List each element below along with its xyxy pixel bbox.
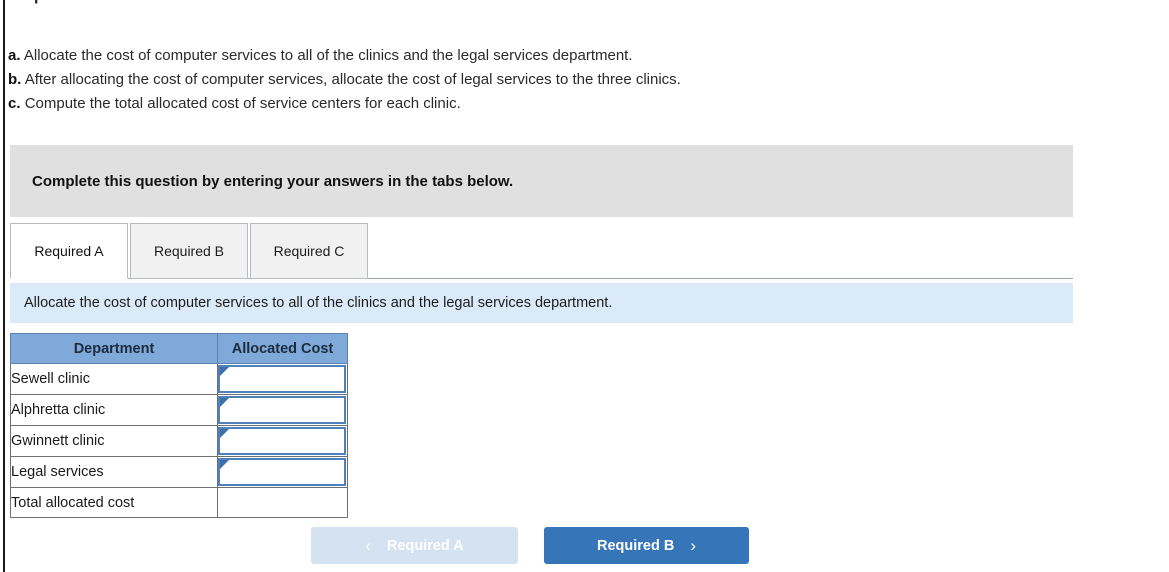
column-header-department: Department: [10, 333, 218, 364]
left-border-rule: [3, 0, 5, 572]
page-title: Required:: [8, 0, 84, 5]
cell-flag-icon: [220, 367, 229, 376]
list-item: a. Allocate the cost of computer service…: [8, 44, 1108, 68]
tab-label: Required C: [273, 243, 345, 259]
table-row: Gwinnett clinic: [10, 425, 348, 457]
row-label-alphretta-clinic: Alphretta clinic: [10, 394, 218, 426]
row-label-sewell-clinic: Sewell clinic: [10, 363, 218, 395]
table-body: Sewell clinic Alphretta clinic Gwinnett …: [10, 363, 348, 518]
cell-flag-icon: [220, 398, 229, 407]
allocation-table: Department Allocated Cost Sewell clinic …: [10, 333, 348, 518]
allocated-cost-input-legal-services[interactable]: [218, 458, 346, 486]
requirement-marker: a.: [8, 47, 21, 64]
cell-flag-icon: [220, 429, 229, 438]
cell-allocated-cost[interactable]: [217, 456, 348, 488]
list-item: b. After allocating the cost of computer…: [8, 68, 1108, 92]
tab-instruction-text: Allocate the cost of computer services t…: [24, 295, 613, 311]
cell-total-allocated-cost: [217, 487, 348, 518]
requirement-text: Compute the total allocated cost of serv…: [24, 95, 461, 112]
requirement-text: After allocating the cost of computer se…: [24, 71, 681, 88]
prev-required-a-button[interactable]: ‹ Required A: [311, 527, 518, 564]
requirements-list: a. Allocate the cost of computer service…: [8, 44, 1108, 116]
allocated-cost-input-alphretta-clinic[interactable]: [218, 396, 346, 424]
table-header-row: Department Allocated Cost: [10, 333, 348, 364]
allocated-cost-input-sewell-clinic[interactable]: [218, 365, 346, 393]
list-item: c. Compute the total allocated cost of s…: [8, 92, 1108, 116]
table-row: Legal services: [10, 456, 348, 488]
requirement-marker: b.: [8, 71, 22, 88]
prev-button-label: Required A: [386, 537, 464, 554]
instruction-banner-text: Complete this question by entering your …: [32, 172, 514, 190]
chevron-right-icon: ›: [690, 536, 696, 555]
row-label-gwinnett-clinic: Gwinnett clinic: [10, 425, 218, 457]
cell-allocated-cost[interactable]: [217, 425, 348, 457]
tab-bar: Required A Required B Required C: [10, 223, 1073, 279]
requirement-marker: c.: [8, 95, 21, 112]
cell-allocated-cost[interactable]: [217, 394, 348, 426]
next-button-label: Required B: [596, 537, 675, 554]
table-row-total: Total allocated cost: [10, 487, 348, 518]
instruction-banner: Complete this question by entering your …: [10, 145, 1073, 217]
allocated-cost-input-gwinnett-clinic[interactable]: [218, 427, 346, 455]
tab-label: Required A: [34, 243, 104, 259]
tab-required-a[interactable]: Required A: [10, 223, 128, 279]
cell-allocated-cost[interactable]: [217, 363, 348, 395]
navigation-buttons: ‹ Required A Required B ›: [311, 527, 749, 564]
exam-question-panel: Required: a. Allocate the cost of comput…: [0, 0, 1169, 572]
tab-instruction-banner: Allocate the cost of computer services t…: [10, 283, 1073, 323]
row-label-total-allocated-cost: Total allocated cost: [10, 487, 218, 518]
chevron-left-icon: ‹: [365, 536, 371, 555]
table-row: Alphretta clinic: [10, 394, 348, 426]
cell-flag-icon: [220, 460, 229, 469]
tab-label: Required B: [153, 243, 225, 259]
requirement-text: Allocate the cost of computer services t…: [23, 47, 633, 64]
table-row: Sewell clinic: [10, 363, 348, 395]
next-required-b-button[interactable]: Required B ›: [544, 527, 749, 564]
table-header: Department Allocated Cost: [10, 333, 348, 364]
tab-required-c[interactable]: Required C: [250, 223, 368, 279]
column-header-allocated-cost: Allocated Cost: [217, 333, 348, 364]
tab-required-b[interactable]: Required B: [130, 223, 248, 279]
row-label-legal-services: Legal services: [10, 456, 218, 488]
